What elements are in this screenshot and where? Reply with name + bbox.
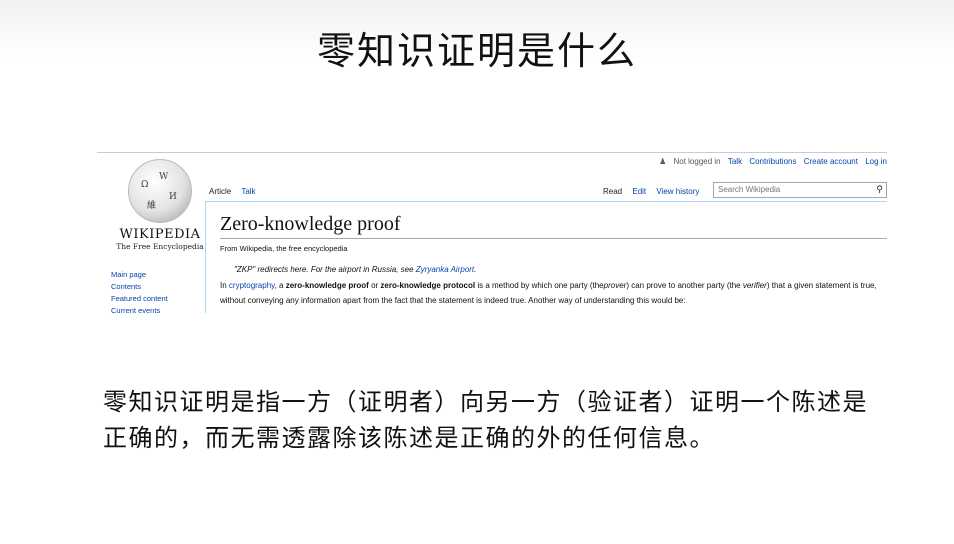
- create-account-link[interactable]: Create account: [804, 157, 858, 166]
- log-in-link[interactable]: Log in: [865, 157, 887, 166]
- puzzle-globe-icon: Ω W И 維: [128, 159, 192, 223]
- sidebar-item-contents[interactable]: Contents: [111, 281, 168, 293]
- tab-read[interactable]: Read: [603, 187, 622, 196]
- wikipedia-wordmark: WIKIPEDIA: [119, 227, 201, 242]
- search-icon[interactable]: ⚲: [876, 184, 883, 195]
- article-content: Zero-knowledge proof From Wikipedia, the…: [205, 201, 887, 313]
- article-title: Zero-knowledge proof: [220, 213, 887, 239]
- personal-tools: ♟ Not logged in Talk Contributions Creat…: [654, 157, 887, 166]
- search-input[interactable]: Search Wikipedia ⚲: [713, 182, 887, 198]
- wikipedia-screenshot: ♟ Not logged in Talk Contributions Creat…: [97, 152, 887, 313]
- namespace-tabs: Article Talk: [209, 187, 264, 196]
- tab-talk[interactable]: Talk: [241, 187, 255, 196]
- sidebar-item-current-events[interactable]: Current events: [111, 305, 168, 313]
- wikipedia-logo[interactable]: Ω W И 維 WIKIPEDIA The Free Encyclopedia: [115, 159, 205, 251]
- hatnote: "ZKP" redirects here. For the airport in…: [234, 265, 477, 274]
- zyryanka-airport-link[interactable]: Zyryanka Airport: [416, 265, 474, 274]
- article-intro: In cryptography, a zero-knowledge proof …: [220, 281, 877, 305]
- talk-link[interactable]: Talk: [728, 157, 742, 166]
- cryptography-link[interactable]: cryptography: [229, 281, 275, 290]
- sidebar-item-main-page[interactable]: Main page: [111, 269, 168, 281]
- tab-article[interactable]: Article: [209, 187, 231, 196]
- slide-body-text: 零知识证明是指一方（证明者）向另一方（验证者）证明一个陈述是正确的，而无需透露除…: [103, 388, 868, 452]
- sidebar-nav: Main page Contents Featured content Curr…: [111, 269, 168, 313]
- article-subtitle: From Wikipedia, the free encyclopedia: [220, 244, 348, 253]
- contributions-link[interactable]: Contributions: [749, 157, 796, 166]
- view-tabs: Read Edit View history: [603, 187, 707, 196]
- tab-edit[interactable]: Edit: [632, 187, 646, 196]
- not-logged-in-label: Not logged in: [673, 157, 721, 166]
- slide-title: 零知识证明是什么: [316, 29, 637, 73]
- sidebar-item-featured-content[interactable]: Featured content: [111, 293, 168, 305]
- search-placeholder: Search Wikipedia: [718, 185, 781, 194]
- wikipedia-tagline: The Free Encyclopedia: [116, 242, 204, 251]
- user-icon: ♟: [659, 157, 667, 166]
- tab-view-history[interactable]: View history: [656, 187, 699, 196]
